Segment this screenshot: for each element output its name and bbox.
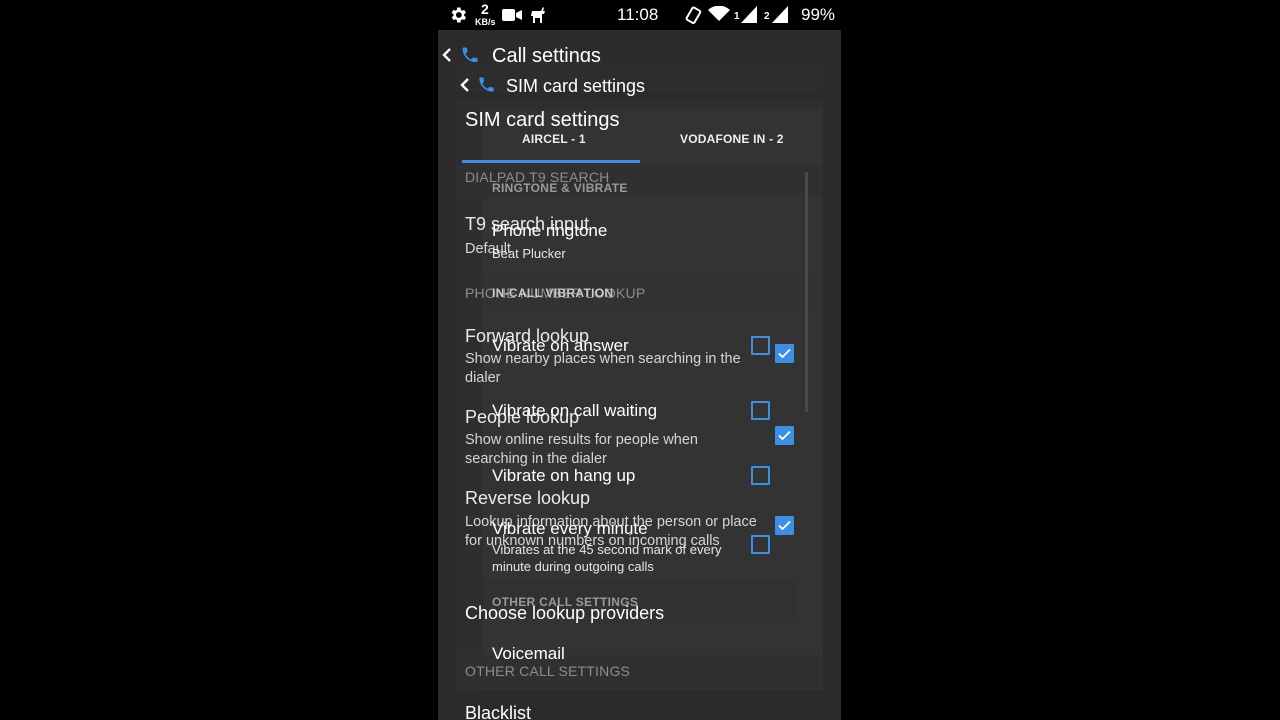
network-speed-unit: KB/s (475, 17, 496, 27)
vibrate-on-hang-up-checkbox[interactable] (751, 466, 770, 485)
phone-screen: 2 KB/s 11:08 1 2 99% Call settings SIM c… (438, 0, 841, 720)
network-speed-value: 2 (481, 1, 489, 17)
reverse-lookup-checkbox[interactable] (775, 516, 794, 535)
sim-card-settings-title: SIM card settings (465, 109, 620, 131)
deer-icon (529, 5, 547, 30)
category-in-call-vibration: IN-CALL VIBRATION (492, 286, 614, 300)
phone-ringtone-value: Beat Plucker (492, 246, 566, 261)
tab-indicator (462, 160, 640, 163)
tab-aircel[interactable]: AIRCEL - 1 (522, 132, 586, 146)
vibrate-on-call-waiting-checkbox[interactable] (751, 401, 770, 420)
status-bar: 2 KB/s 11:08 1 2 99% (438, 0, 841, 30)
people-lookup-desc: Show online results for people when sear… (465, 432, 698, 467)
scrollbar[interactable] (805, 172, 808, 412)
sim2-label: 2 (764, 11, 770, 22)
vibrate-every-minute-desc: Vibrates at the 45 second mark of every … (492, 542, 722, 574)
back-arrow-icon[interactable] (459, 77, 471, 98)
sim-card-settings-crumb: SIM card settings (506, 76, 646, 96)
category-ringtone-vibrate: RINGTONE & VIBRATE (492, 181, 628, 195)
camcorder-icon (501, 7, 523, 28)
vibrate-on-hang-up-title[interactable]: Vibrate on hang up (492, 466, 635, 486)
back-arrow-icon[interactable] (441, 47, 453, 68)
blacklist-title[interactable]: Blacklist (465, 703, 531, 720)
wifi-icon (708, 5, 730, 27)
vibrate-icon (684, 6, 702, 29)
category-other-call-settings: OTHER CALL SETTINGS (465, 663, 631, 679)
signal-icon (772, 6, 788, 28)
vibrate-on-answer-checkbox[interactable] (751, 336, 770, 355)
category-other-call-settings-front: OTHER CALL SETTINGS (492, 595, 639, 609)
people-lookup-checkbox[interactable] (775, 426, 794, 445)
clock: 11:08 (617, 5, 659, 24)
battery-percent: 99% (801, 5, 836, 24)
reverse-lookup-title[interactable]: Reverse lookup (465, 488, 590, 509)
phone-icon (477, 75, 496, 99)
vibrate-on-answer-title[interactable]: Vibrate on answer (492, 336, 629, 356)
signal-icon (741, 6, 757, 28)
tab-vodafone[interactable]: VODAFONE IN - 2 (680, 132, 784, 146)
voicemail-title[interactable]: Voicemail (492, 644, 565, 664)
vibrate-every-minute-checkbox[interactable] (751, 535, 770, 554)
sim1-label: 1 (734, 11, 740, 22)
forward-lookup-checkbox[interactable] (775, 344, 794, 363)
phone-ringtone-title[interactable]: Phone ringtone (492, 221, 607, 241)
vibrate-every-minute-title[interactable]: Vibrate every minute (492, 519, 648, 539)
vibrate-on-call-waiting-title[interactable]: Vibrate on call waiting (492, 401, 657, 421)
gear-icon (448, 5, 468, 30)
